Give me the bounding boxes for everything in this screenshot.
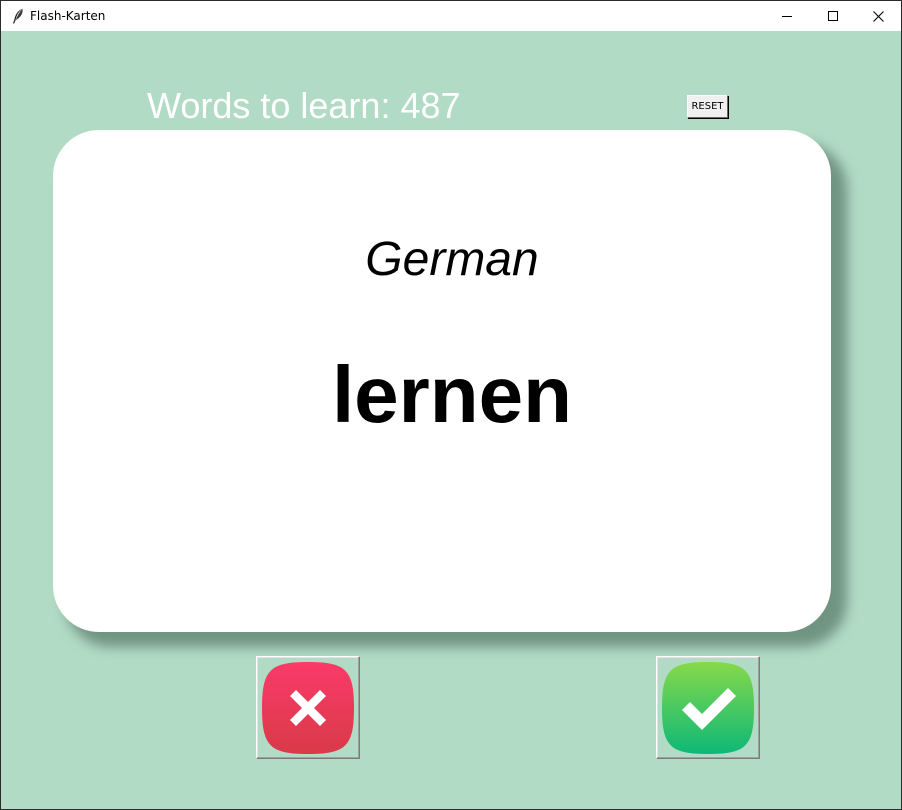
- card-language-label: German: [365, 233, 539, 286]
- window-title: Flash-Karten: [30, 9, 106, 23]
- title-bar[interactable]: Flash-Karten: [1, 1, 901, 31]
- maximize-button[interactable]: [810, 1, 856, 31]
- app-window: Flash-Karten Words to learn: 487 RESET G…: [0, 0, 902, 810]
- words-to-learn-counter: Words to learn: 487: [147, 85, 461, 126]
- feather-icon: [13, 8, 23, 24]
- card-word: lernen: [331, 350, 573, 439]
- checkmark-icon: [662, 661, 754, 754]
- close-icon: [872, 10, 884, 22]
- wrong-answer-button[interactable]: [256, 656, 360, 759]
- minimize-icon: [782, 16, 792, 17]
- right-answer-button[interactable]: [656, 656, 760, 759]
- maximize-icon: [828, 11, 838, 21]
- reset-button[interactable]: RESET: [687, 95, 728, 118]
- close-button[interactable]: [855, 1, 901, 31]
- cross-icon: [262, 661, 354, 754]
- minimize-button[interactable]: [764, 1, 810, 31]
